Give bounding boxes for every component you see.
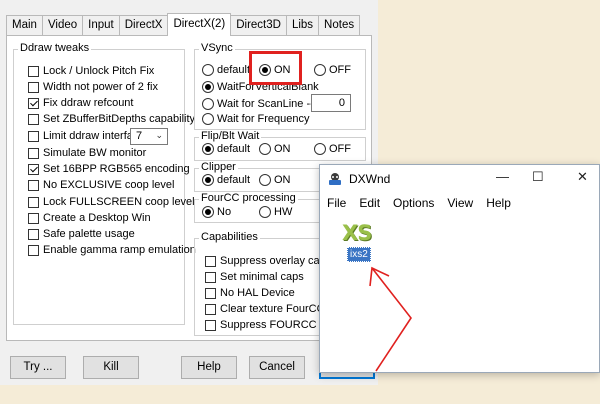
tab-directx2[interactable]: DirectX(2) xyxy=(167,13,232,36)
annotation-arrow xyxy=(369,266,412,372)
